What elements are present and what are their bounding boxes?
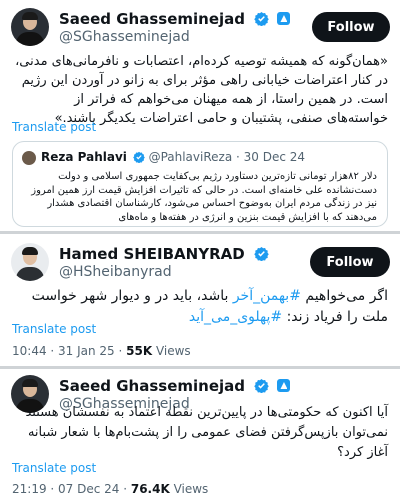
quoted-header: Reza Pahlavi @PahlaviReza · 30 Dec 24 bbox=[41, 150, 305, 164]
hashtag-link[interactable]: #بهمن_آخر bbox=[233, 288, 301, 304]
tweet-meta: 10:44 · 31 Jan 25 · 55K Views bbox=[12, 344, 191, 358]
author-name[interactable]: Hamed SHEIBANYRAD bbox=[59, 245, 245, 263]
hashtag-link[interactable]: #پهلوی_می_آید bbox=[189, 309, 282, 325]
tweet-timestamp[interactable]: 21:19 · 07 Dec 24 · bbox=[12, 482, 131, 496]
verified-icon bbox=[254, 378, 269, 393]
author-name[interactable]: Saeed Ghasseminejad bbox=[59, 10, 245, 28]
author-name[interactable]: Saeed Ghasseminejad bbox=[59, 377, 245, 395]
quoted-handle: @PahlaviReza bbox=[148, 150, 233, 164]
tweet-card-2: Hamed SHEIBANYRAD @HSheibanyrad Follow ا… bbox=[0, 234, 400, 366]
tweet-header: Saeed Ghasseminejad @SGhasseminejad Foll… bbox=[11, 8, 390, 48]
tweet-meta: 21:19 · 07 Dec 24 · 76.4K Views bbox=[12, 482, 208, 496]
follow-button[interactable]: Follow bbox=[310, 247, 390, 277]
author-name-line[interactable]: Saeed Ghasseminejad bbox=[59, 377, 291, 395]
avatar[interactable] bbox=[11, 8, 49, 46]
tweet-text: «همان‌گونه که همیشه توصیه کرده‌ام، اعتصا… bbox=[15, 54, 388, 126]
author-handle[interactable]: @SGhasseminejad bbox=[59, 29, 190, 45]
author-name-line[interactable]: Hamed SHEIBANYRAD bbox=[59, 245, 269, 263]
translate-post-link[interactable]: Translate post bbox=[12, 461, 96, 475]
quoted-tweet[interactable]: Reza Pahlavi @PahlaviReza · 30 Dec 24 دل… bbox=[12, 141, 388, 227]
views-count: 76.4K bbox=[130, 482, 170, 496]
views-count: 55K bbox=[126, 344, 153, 358]
avatar[interactable] bbox=[11, 243, 49, 281]
tweet-card-3: Saeed Ghasseminejad @SGhasseminejad آیا … bbox=[0, 369, 400, 500]
author-name-line[interactable]: Saeed Ghasseminejad bbox=[59, 10, 291, 28]
quoted-author-name: Reza Pahlavi bbox=[41, 150, 127, 164]
tweet-card-1: Saeed Ghasseminejad @SGhasseminejad Foll… bbox=[0, 0, 400, 231]
affiliate-badge-icon bbox=[277, 379, 291, 392]
quoted-text: دلار ۸۲هزار تومانی تازه‌ترین دستاورد رژی… bbox=[31, 171, 377, 223]
translate-post-link[interactable]: Translate post bbox=[12, 322, 96, 336]
tweet-header: Hamed SHEIBANYRAD @HSheibanyrad Follow bbox=[11, 243, 390, 283]
affiliate-badge-icon bbox=[277, 12, 291, 25]
tweet-text: آیا اکنون که حکومتی‌ها در پایین‌ترین نقط… bbox=[25, 405, 388, 460]
views-label: Views bbox=[152, 344, 191, 358]
views-label: Views bbox=[169, 482, 209, 496]
quoted-date: 30 Dec 24 bbox=[243, 150, 306, 164]
verified-icon bbox=[132, 151, 145, 163]
author-handle[interactable]: @HSheibanyrad bbox=[59, 264, 172, 280]
verified-icon bbox=[254, 246, 269, 261]
quoted-avatar bbox=[22, 151, 36, 165]
verified-icon bbox=[254, 11, 269, 26]
translate-post-link[interactable]: Translate post bbox=[12, 120, 96, 134]
follow-button[interactable]: Follow bbox=[312, 12, 390, 42]
quoted-separator: · bbox=[236, 150, 240, 164]
tweet-text-part-1: اگر می‌خواهیم bbox=[300, 288, 388, 304]
tweet-timestamp[interactable]: 10:44 · 31 Jan 25 · bbox=[12, 344, 126, 358]
